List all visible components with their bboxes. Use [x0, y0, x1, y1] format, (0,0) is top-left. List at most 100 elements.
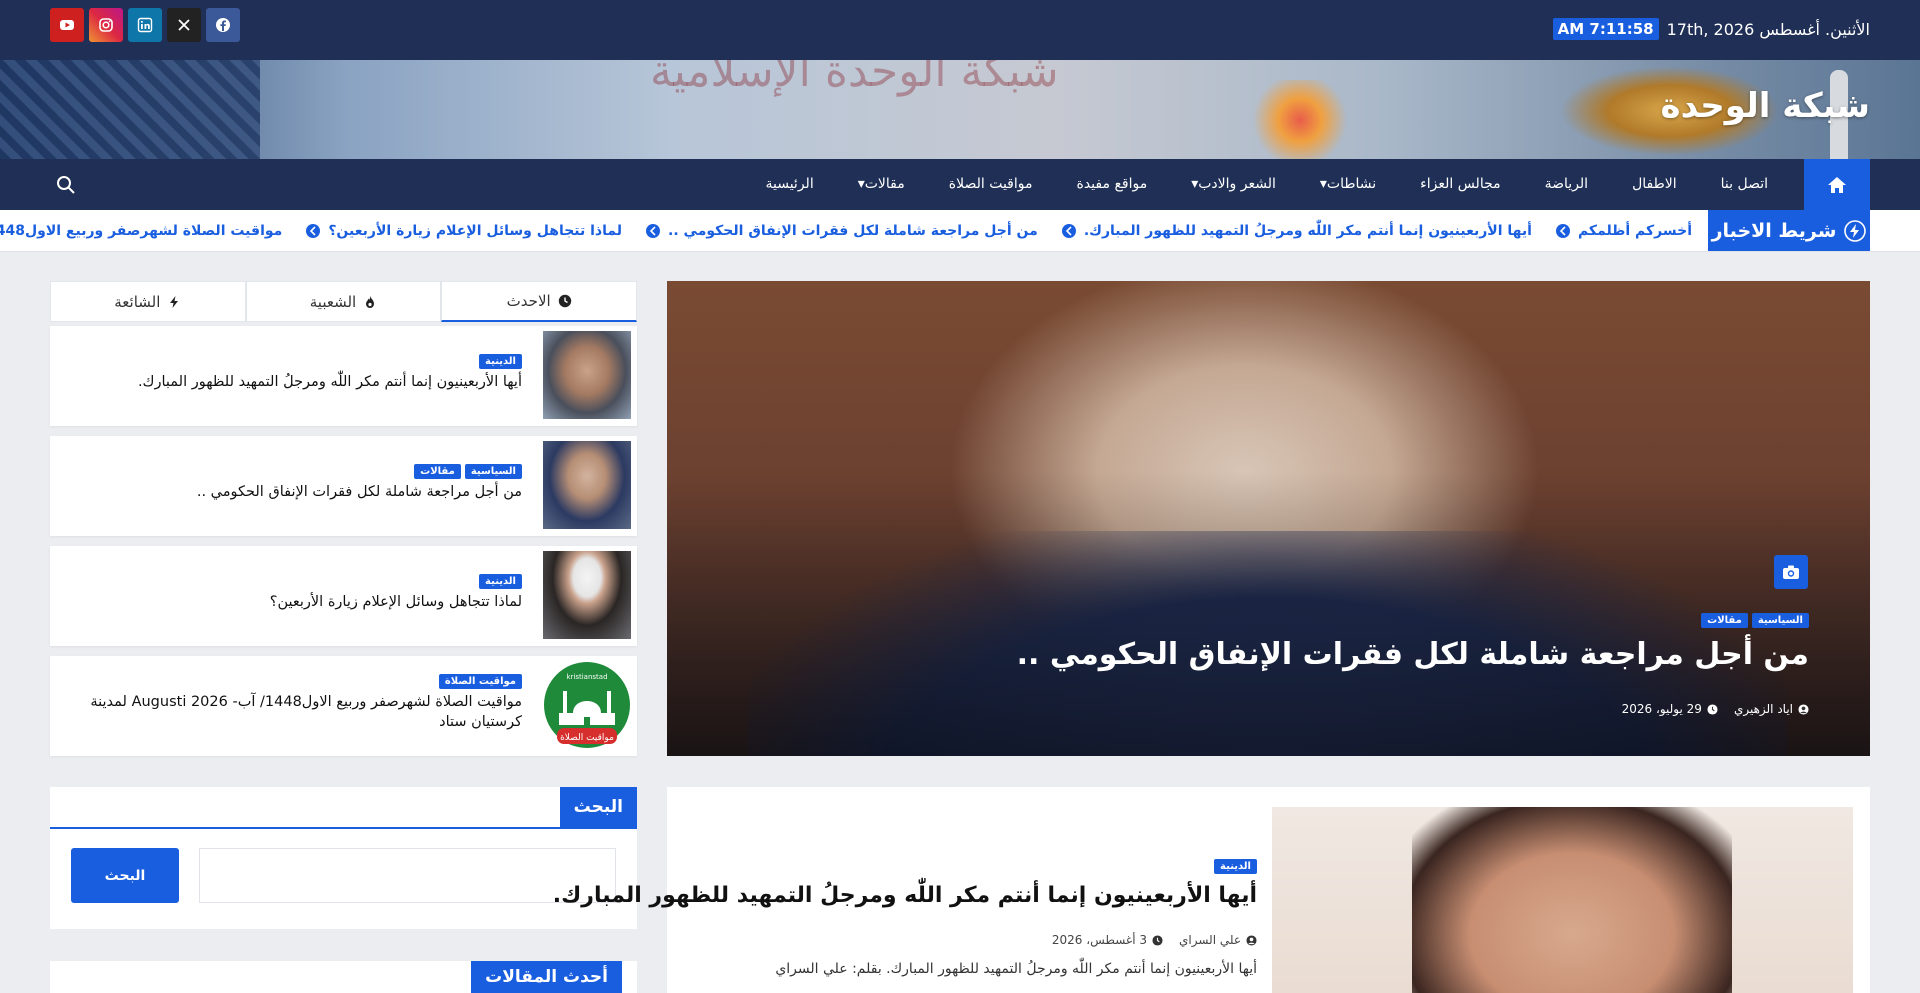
instagram-link[interactable]	[89, 8, 123, 42]
fire-icon	[366, 295, 375, 308]
sidebar-tabs: الاحدث الشعبية الشائعة	[49, 281, 637, 322]
user-icon	[1246, 934, 1257, 946]
banner-calligraphy: شبكة الوحدة الإسلامية	[650, 60, 1059, 97]
category-badge[interactable]: الدينية	[479, 354, 522, 369]
youtube-icon	[60, 20, 74, 30]
post-date: 29 يوليو، 2026	[1622, 702, 1718, 716]
post-thumbnail[interactable]	[543, 441, 631, 529]
nav-item-prayer-times[interactable]: مواقيت الصلاة	[927, 159, 1055, 210]
bolt-icon	[170, 295, 179, 308]
post-thumbnail[interactable]: kristianstad مواقيت الصلاة	[543, 661, 631, 749]
category-badge[interactable]: السياسية	[464, 464, 522, 479]
nav-item-children[interactable]: الاطفال	[1610, 159, 1699, 210]
widget-header: البحث	[50, 787, 637, 829]
mosque-icon: kristianstad مواقيت الصلاة	[544, 662, 630, 748]
main-nav: الرئيسية مقالات▾ مواقيت الصلاة مواقع مفي…	[0, 159, 1920, 210]
nav-item-contact[interactable]: اتصل بنا	[1699, 159, 1790, 210]
search-icon[interactable]	[56, 175, 76, 195]
ticker-label: شريط الاخبار	[1708, 210, 1870, 251]
news-ticker: شريط الاخبار مواقيت الصلاة لشهرصفر وربيع…	[0, 210, 1920, 252]
nav-item-activities[interactable]: نشاطات▾	[1298, 159, 1398, 210]
banner-pattern	[0, 60, 260, 159]
youtube-link[interactable]	[50, 8, 84, 42]
user-icon	[1798, 703, 1809, 715]
post-meta: 3 أغسطس، 2026 علي السراي	[1052, 933, 1257, 947]
home-icon	[1828, 176, 1846, 193]
x-link[interactable]	[167, 8, 201, 42]
nav-item-sports[interactable]: الرياضة	[1523, 159, 1610, 210]
ticker-item[interactable]: لماذا تتجاهل وسائل الإعلام زيارة الأربعي…	[294, 223, 634, 239]
arrow-left-icon	[1555, 224, 1570, 238]
svg-text:kristianstad: kristianstad	[566, 673, 607, 681]
search-widget: البحث البحث	[50, 787, 637, 929]
tab-latest[interactable]: الاحدث	[441, 281, 637, 322]
clock-icon	[1707, 703, 1718, 715]
sidebar-post-list: الدينية أيها الأربعينيون إنما أنتم مكر ا…	[50, 326, 637, 766]
category-badge[interactable]: مقالات	[414, 464, 461, 479]
category-badge[interactable]: الدينية	[479, 574, 522, 589]
linkedin-link[interactable]	[128, 8, 162, 42]
post-title[interactable]: من أجل مراجعة شاملة لكل فقرات الإنفاق ال…	[82, 483, 522, 503]
arrow-left-icon	[306, 224, 321, 238]
category-badge[interactable]: السياسية	[1751, 613, 1809, 628]
nav-item-mourning[interactable]: مجالس العزاء	[1398, 159, 1522, 210]
linkedin-icon	[137, 17, 153, 33]
ticker-item[interactable]: مواقيت الصلاة لشهرصفر وربيع الاول1448/ آ…	[0, 223, 294, 239]
arrow-left-icon	[646, 224, 661, 238]
site-title[interactable]: شبكة الوحدة	[1661, 86, 1871, 126]
nav-item-useful-sites[interactable]: مواقع مفيدة	[1055, 159, 1170, 210]
post-thumbnail[interactable]	[543, 551, 631, 639]
hero-meta: 29 يوليو، 2026 اياد الزهيري	[1622, 702, 1809, 716]
date-time: الأثنين. أغسطس 17th, 2026 7:11:58 AM	[1552, 18, 1870, 40]
search-button[interactable]: البحث	[71, 848, 179, 903]
hero-title[interactable]: من أجل مراجعة شاملة لكل فقرات الإنفاق ال…	[1017, 637, 1809, 672]
post-image[interactable]	[1272, 807, 1853, 993]
camera-icon	[1774, 555, 1808, 589]
tab-popular[interactable]: الشعبية	[245, 281, 442, 322]
post-title[interactable]: مواقيت الصلاة لشهرصفر وربيع الاول1448/ آ…	[82, 693, 522, 732]
arrow-left-icon	[1061, 224, 1076, 238]
list-item[interactable]: السياسية مقالات من أجل مراجعة شاملة لكل …	[50, 436, 637, 536]
banner-flower	[1240, 80, 1360, 159]
tab-trending[interactable]: الشائعة	[49, 281, 246, 322]
nav-item-articles[interactable]: مقالات▾	[836, 159, 927, 210]
post-excerpt: أيها الأربعينيون إنما أنتم مكر اللّٰه وم…	[775, 961, 1257, 977]
nav-menu: الرئيسية مقالات▾ مواقيت الصلاة مواقع مفي…	[743, 159, 1790, 210]
instagram-icon	[99, 18, 113, 32]
ticker-item[interactable]: من أجل مراجعة شاملة لكل فقرات الإنفاق ال…	[634, 223, 1050, 239]
nav-item-home[interactable]: الرئيسية	[743, 159, 835, 210]
svg-text:مواقيت الصلاة: مواقيت الصلاة	[560, 733, 614, 743]
top-bar: الأثنين. أغسطس 17th, 2026 7:11:58 AM	[0, 0, 1920, 60]
widget-title: البحث	[559, 787, 637, 827]
post-author[interactable]: علي السراي	[1179, 933, 1257, 947]
home-button[interactable]	[1804, 159, 1870, 210]
ticker-item[interactable]: أيها الأربعينيون إنما أنتم مكر اللّٰه وم…	[1050, 223, 1544, 239]
hero-post[interactable]: السياسية مقالات من أجل مراجعة شاملة لكل …	[667, 281, 1870, 756]
post-author[interactable]: اياد الزهيري	[1734, 702, 1809, 716]
x-icon	[178, 19, 190, 31]
post-title[interactable]: أيها الأربعينيون إنما أنتم مكر اللّٰه وم…	[82, 373, 522, 393]
facebook-link[interactable]	[206, 8, 240, 42]
list-item[interactable]: kristianstad مواقيت الصلاة مواقيت الصلاة…	[50, 656, 637, 756]
hero-categories: السياسية مقالات	[1701, 613, 1809, 628]
category-badge[interactable]: الدينية	[1214, 859, 1257, 874]
list-item[interactable]: الدينية أيها الأربعينيون إنما أنتم مكر ا…	[50, 326, 637, 426]
clock-icon	[558, 294, 571, 308]
category-badge[interactable]: مقالات	[1701, 613, 1748, 628]
list-item[interactable]: الدينية لماذا تتجاهل وسائل الإعلام زيارة…	[50, 546, 637, 646]
post-thumbnail[interactable]	[543, 331, 631, 419]
recent-posts-widget: أحدث المقالات	[50, 961, 637, 993]
bolt-icon	[1844, 220, 1867, 242]
social-links	[50, 8, 240, 42]
post-title[interactable]: أيها الأربعينيون إنما أنتم مكر اللّٰه وم…	[553, 883, 1257, 908]
header-banner: شبكة الوحدة الإسلامية شبكة الوحدة	[0, 60, 1920, 159]
widget-title: أحدث المقالات	[471, 961, 622, 993]
featured-post-card[interactable]: الدينية أيها الأربعينيون إنما أنتم مكر ا…	[553, 787, 1870, 993]
nav-item-poetry[interactable]: الشعر والادب▾	[1169, 159, 1298, 210]
clock-badge: 7:11:58 AM	[1552, 18, 1659, 40]
post-date: 3 أغسطس، 2026	[1052, 933, 1163, 947]
ticker-item[interactable]: أخسركم أظلمكم	[1544, 223, 1704, 239]
date-text: الأثنين. أغسطس 17th, 2026	[1666, 19, 1870, 39]
post-title[interactable]: لماذا تتجاهل وسائل الإعلام زيارة الأربعي…	[82, 593, 522, 613]
category-badge[interactable]: مواقيت الصلاة	[438, 674, 522, 689]
